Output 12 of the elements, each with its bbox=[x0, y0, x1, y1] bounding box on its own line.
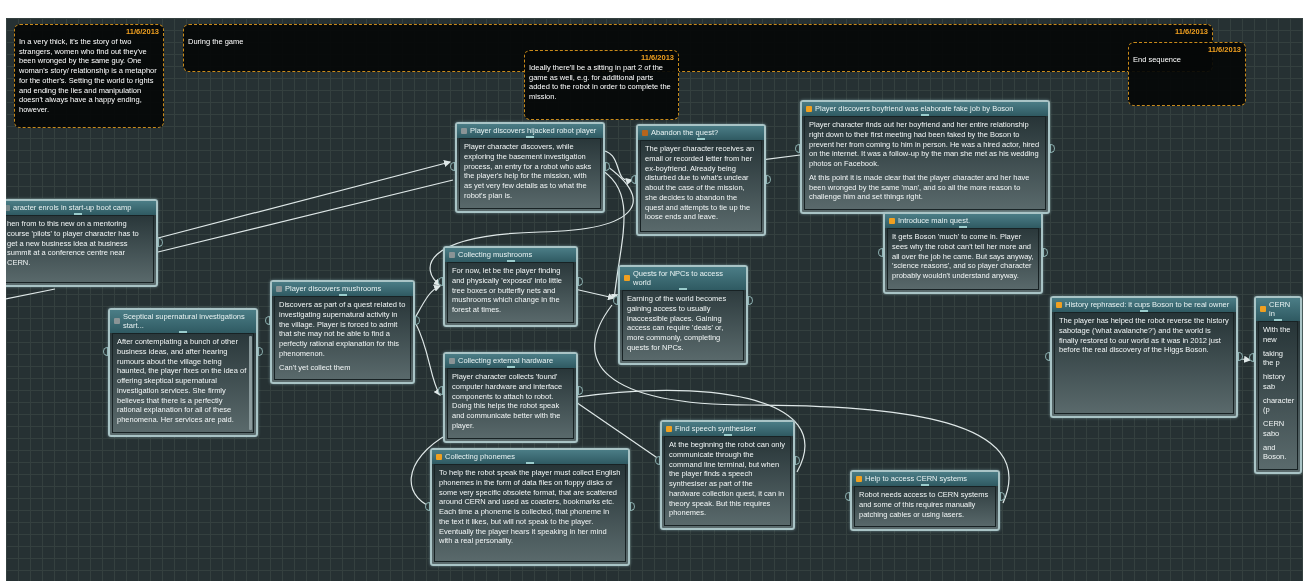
flow-node[interactable] bbox=[883, 212, 1043, 294]
flow-node[interactable] bbox=[108, 308, 258, 437]
flow-node[interactable] bbox=[660, 420, 795, 530]
scrollbar[interactable] bbox=[249, 336, 252, 430]
comment-note[interactable] bbox=[14, 24, 164, 128]
flow-node[interactable] bbox=[636, 124, 766, 236]
connector-line bbox=[6, 288, 56, 301]
flow-node[interactable] bbox=[1050, 296, 1238, 418]
flow-node[interactable] bbox=[270, 280, 415, 385]
flow-node[interactable] bbox=[800, 100, 1050, 214]
flow-node[interactable] bbox=[430, 448, 630, 566]
flow-node[interactable] bbox=[455, 122, 605, 213]
